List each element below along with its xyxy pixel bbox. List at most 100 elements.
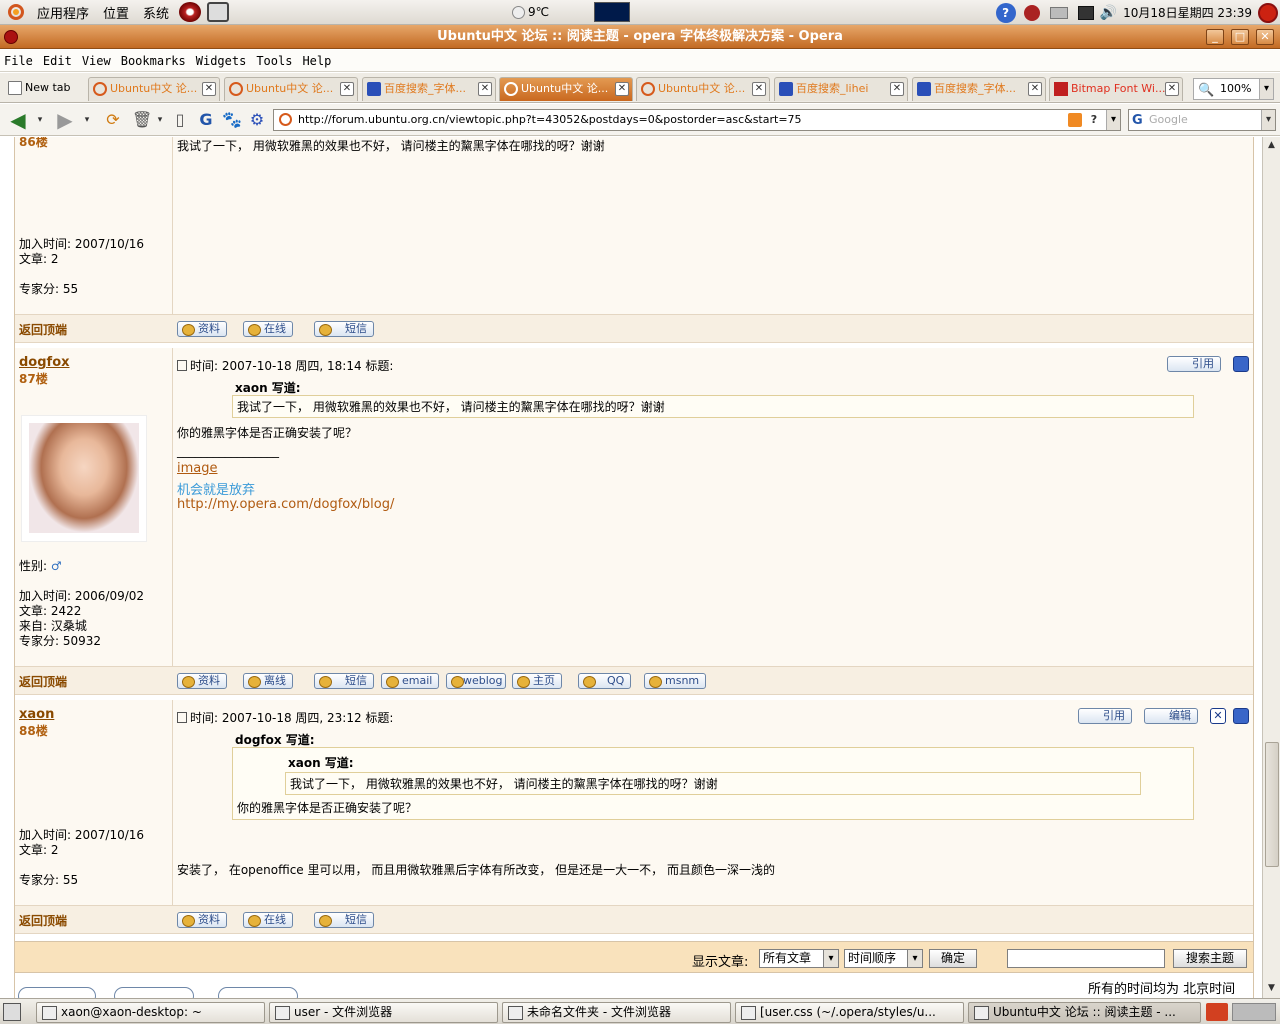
back-history-chevron-icon[interactable]: ▾ [30, 110, 50, 130]
clock[interactable]: 10月18日星期四 23:39 [1123, 4, 1252, 21]
close-tab-icon[interactable]: ✕ [1165, 82, 1179, 96]
workspace-pager[interactable] [1232, 1003, 1276, 1021]
tab-baidu-1[interactable]: 百度搜索_字体... ✕ [362, 77, 496, 101]
close-tab-icon[interactable]: ✕ [202, 82, 216, 96]
tab-ubuntu-3[interactable]: Ubuntu中文 论... ✕ [636, 77, 770, 101]
rss-icon[interactable] [1068, 113, 1082, 127]
delete-icon[interactable]: ✕ [1210, 708, 1226, 724]
tab-baidu-2[interactable]: 百度搜索_lihei ✕ [774, 77, 908, 101]
system-monitor-icon[interactable] [594, 2, 631, 22]
reload-icon[interactable]: ⟳ [103, 110, 123, 130]
tab-new[interactable]: New tab [4, 77, 84, 101]
online-status-button[interactable]: 在线 [243, 912, 293, 928]
post-icon[interactable] [1233, 356, 1249, 372]
baidu-icon[interactable]: 🐾 [222, 110, 242, 130]
msn-button[interactable]: msnm [644, 673, 707, 689]
question-icon[interactable]: ? [1086, 112, 1102, 128]
help-icon[interactable]: ? [995, 2, 1016, 23]
tab-baidu-3[interactable]: 百度搜索_字体... ✕ [912, 77, 1046, 101]
profile-button[interactable]: 资料 [177, 321, 227, 337]
back-arrow-icon[interactable]: ◀ [8, 110, 28, 130]
workspace-switcher-icon[interactable] [1206, 1003, 1228, 1021]
search-input[interactable]: G Google ▾ [1128, 109, 1276, 131]
scrollbar-thumb[interactable] [1265, 742, 1279, 867]
reply-button[interactable] [114, 987, 194, 998]
volume-icon[interactable]: 🔊 [1100, 5, 1117, 21]
post-filter-select[interactable]: 所有文章 [759, 949, 839, 968]
opera-tray-icon[interactable] [1023, 4, 1040, 21]
search-topic-button[interactable]: 搜索主题 [1173, 949, 1247, 968]
zoom-select[interactable]: 🔍 100% ▾ [1193, 78, 1274, 100]
close-tab-icon[interactable]: ✕ [615, 82, 629, 96]
post-author-name[interactable]: dogfox [19, 355, 70, 370]
pm-button[interactable]: 短信 [314, 673, 374, 689]
scroll-down-arrow-icon[interactable]: ▼ [1264, 981, 1279, 996]
tab-ubuntu-active[interactable]: Ubuntu中文 论... ✕ [499, 77, 633, 101]
network-icon[interactable] [1077, 5, 1094, 20]
back-to-top-link[interactable]: 返回顶端 [19, 673, 67, 690]
post-order-select[interactable]: 时间顺序 [844, 949, 923, 968]
task-opera[interactable]: Ubuntu中文 论坛 :: 阅读主题 - ... [968, 1002, 1201, 1023]
menu-help[interactable]: Help [297, 54, 336, 68]
ubuntu-logo-icon[interactable] [8, 4, 24, 20]
signature-image-link[interactable]: image [177, 461, 218, 476]
homepage-button[interactable]: 主页 [512, 673, 562, 689]
show-desktop-icon[interactable] [3, 1003, 21, 1021]
panel-toggle-icon[interactable]: ▯ [170, 110, 190, 130]
quote-button[interactable]: 引用 [1167, 356, 1221, 372]
menu-places[interactable]: 位置 [96, 3, 136, 22]
task-terminal[interactable]: xaon@xaon-desktop: ~ [36, 1002, 265, 1023]
quote-button[interactable]: 引用 [1078, 708, 1132, 724]
window-titlebar[interactable]: Ubuntu中文 论坛 :: 阅读主题 - opera 字体终极解决方案 - O… [0, 25, 1280, 49]
close-window-button[interactable]: ✕ [1256, 29, 1274, 45]
qq-button[interactable]: QQ [578, 673, 632, 689]
vertical-scrollbar[interactable]: ▲ ▼ [1262, 137, 1280, 998]
topic-search-input[interactable] [1007, 949, 1165, 968]
menu-tools[interactable]: Tools [251, 54, 297, 68]
show-desktop-icon[interactable] [207, 2, 230, 22]
task-file-browser-user[interactable]: user - 文件浏览器 [269, 1002, 498, 1023]
power-icon[interactable] [1258, 2, 1278, 23]
close-tab-icon[interactable]: ✕ [340, 82, 354, 96]
maximize-button[interactable]: □ [1231, 29, 1249, 45]
address-input[interactable]: http://forum.ubuntu.org.cn/viewtopic.php… [273, 109, 1121, 131]
scroll-up-arrow-icon[interactable]: ▲ [1264, 138, 1279, 153]
edit-button[interactable]: 编辑 [1144, 708, 1198, 724]
tab-bitmap-font[interactable]: Bitmap Font Wi... ✕ [1049, 77, 1183, 101]
online-status-button[interactable]: 在线 [243, 321, 293, 337]
tab-ubuntu-2[interactable]: Ubuntu中文 论... ✕ [224, 77, 358, 101]
forward-arrow-icon[interactable]: ▶ [55, 110, 75, 130]
weblog-button[interactable]: weblog [446, 673, 506, 689]
forward-history-chevron-icon[interactable]: ▾ [77, 110, 97, 130]
menu-applications[interactable]: 应用程序 [30, 3, 96, 22]
post-author-name[interactable]: xaon [19, 707, 54, 722]
opera-launcher-icon[interactable] [179, 2, 202, 22]
profile-button[interactable]: 资料 [177, 673, 227, 689]
menu-file[interactable]: File [0, 54, 38, 68]
menu-system[interactable]: 系统 [136, 3, 176, 22]
minimize-button[interactable]: _ [1206, 29, 1224, 45]
weather-applet[interactable]: 9℃ [512, 5, 549, 19]
trash-icon[interactable]: 🗑 [132, 110, 152, 130]
confirm-button[interactable]: 确定 [929, 949, 977, 968]
post-icon[interactable] [1233, 708, 1249, 724]
close-tab-icon[interactable]: ✕ [478, 82, 492, 96]
signature-blog-link[interactable]: http://my.opera.com/dogfox/blog/ [177, 497, 394, 512]
menu-view[interactable]: View [77, 54, 116, 68]
back-to-top-link[interactable]: 返回顶端 [19, 321, 67, 338]
tab-ubuntu-1[interactable]: Ubuntu中文 论... ✕ [88, 77, 220, 101]
url-dropdown-icon[interactable]: ▾ [1106, 110, 1120, 130]
back-to-top-link[interactable]: 返回顶端 [19, 912, 67, 929]
task-editor-user-css[interactable]: [user.css (~/.opera/styles/u... [735, 1002, 964, 1023]
opera-window-icon[interactable] [4, 30, 18, 44]
menu-bookmarks[interactable]: Bookmarks [116, 54, 191, 68]
offline-status-button[interactable]: 离线 [243, 673, 293, 689]
email-button[interactable]: email [381, 673, 440, 689]
close-tab-icon[interactable]: ✕ [752, 82, 766, 96]
task-file-browser-untitled[interactable]: 未命名文件夹 - 文件浏览器 [502, 1002, 731, 1023]
new-topic-button[interactable] [18, 987, 96, 998]
close-tab-icon[interactable]: ✕ [1028, 82, 1042, 96]
wand-icon[interactable]: ⚙ [247, 110, 267, 130]
pm-button[interactable]: 短信 [314, 321, 374, 337]
google-icon[interactable]: G [196, 110, 216, 130]
